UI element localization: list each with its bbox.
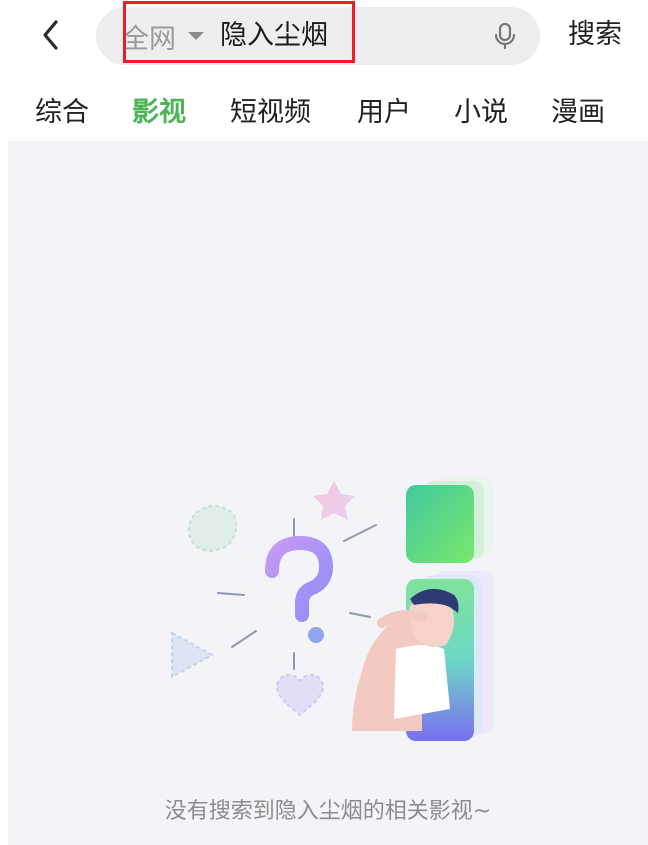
- caret-down-icon: [188, 32, 204, 40]
- tab-novels[interactable]: 小说: [454, 90, 508, 129]
- tab-short-video[interactable]: 短视频: [230, 90, 311, 129]
- search-box[interactable]: 全网: [96, 7, 540, 65]
- tab-comprehensive[interactable]: 综合: [35, 90, 89, 129]
- search-input[interactable]: [220, 7, 480, 65]
- search-scope-dropdown[interactable]: 全网: [122, 7, 204, 65]
- confused-person-with-question-mark-icon: [171, 477, 494, 741]
- category-tabs: 综合 影视 短视频 用户 小说 漫画: [0, 76, 648, 140]
- search-button[interactable]: 搜索: [568, 12, 622, 58]
- chevron-left-icon: [43, 20, 58, 50]
- back-button[interactable]: [28, 12, 74, 58]
- search-scope-label: 全网: [122, 23, 176, 55]
- top-bar: 全网 搜索: [0, 0, 648, 76]
- microphone-icon[interactable]: [490, 21, 520, 51]
- empty-result-message: 没有搜索到隐入尘烟的相关影视~: [164, 799, 492, 824]
- tab-film-tv[interactable]: 影视: [132, 90, 186, 129]
- results-area: 没有搜索到隐入尘烟的相关影视~: [8, 141, 648, 845]
- tab-comics[interactable]: 漫画: [551, 90, 605, 129]
- tab-users[interactable]: 用户: [357, 90, 411, 129]
